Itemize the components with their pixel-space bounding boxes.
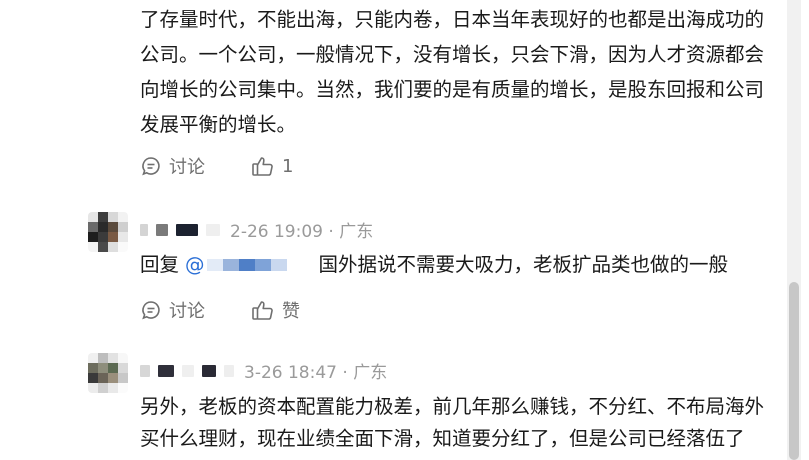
mention-username-blurred	[206, 259, 287, 271]
first-comment-line: 了存量时代，不能出海，只能内卷，日本当年表现好的也都是出海成功的	[140, 8, 765, 31]
like-label: 赞	[282, 301, 300, 322]
username-blurred[interactable]	[140, 223, 220, 236]
like-button[interactable]: 赞	[251, 297, 300, 323]
avatar[interactable]	[88, 212, 128, 252]
reply-comment-actions: 讨论 赞	[140, 297, 346, 323]
like-button[interactable]: 1	[251, 155, 293, 177]
first-comment-line: 公司。一个公司，一般情况下，没有增长，只会下滑，因为人才资源都会	[140, 43, 765, 66]
scrollbar-thumb[interactable]	[789, 282, 799, 460]
username-blurred[interactable]	[140, 364, 234, 377]
reply-body: 国外据说不需要大吸力，老板扩品类也做的一般	[318, 253, 729, 276]
first-comment-actions: 讨论 1	[140, 153, 339, 179]
discuss-button[interactable]: 讨论	[140, 297, 205, 323]
comment-bubble-icon	[142, 157, 160, 176]
discuss-button[interactable]: 讨论	[140, 153, 205, 179]
comment-meta: 3-26 18:47 · 广东	[244, 363, 388, 383]
thumbs-up-icon	[252, 157, 273, 176]
discuss-label: 讨论	[169, 301, 205, 322]
reply-comment-text: 回复 @ 国外据说不需要大吸力，老板扩品类也做的一般	[140, 250, 728, 280]
third-comment-header: 3-26 18:47 · 广东	[140, 358, 387, 383]
third-comment-line: 另外，老板的资本配置能力极差，前几年那么赚钱，不分红、不布局海外	[140, 395, 765, 418]
first-comment-line: 向增长的公司集中。当然，我们要的是有质量的增长，是股东回报和公司	[140, 78, 765, 101]
first-comment-line: 发展平衡的增长。	[140, 113, 297, 136]
avatar[interactable]	[88, 353, 128, 393]
reply-comment-header: 2-26 19:09 · 广东	[140, 217, 373, 242]
third-comment-line: 买什么理财，现在业绩全面下滑，知道要分红了，但是公司已经落伍了	[140, 427, 745, 450]
mention-link[interactable]: @	[185, 250, 287, 280]
thumbs-up-icon	[252, 301, 273, 320]
mention-at: @	[185, 253, 205, 276]
discuss-label: 讨论	[169, 157, 205, 178]
comment-bubble-icon	[142, 301, 160, 320]
like-count: 1	[282, 155, 294, 177]
reply-prefix: 回复	[140, 253, 180, 276]
comment-meta: 2-26 19:09 · 广东	[230, 222, 374, 242]
